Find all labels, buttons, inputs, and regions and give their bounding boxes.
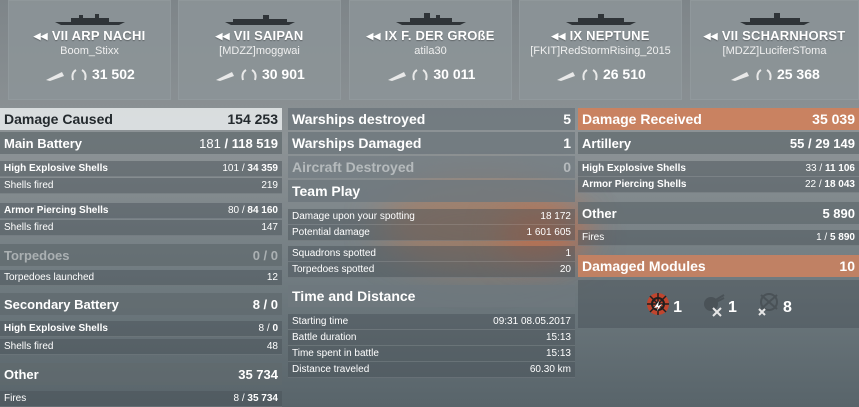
steering-wheel-icon [647, 293, 670, 315]
torpedoes-row: Torpedoes 0 / 0 [0, 244, 282, 266]
received-other-row: Other 5 890 [578, 202, 859, 224]
xp-value: 31 502 [91, 66, 135, 82]
player-name: atila30 [414, 45, 447, 57]
xp-value: 30 011 [433, 66, 476, 82]
player-card[interactable]: ◀◀ VII SCHARNHORST [MDZZ]LuciferSToma 25 … [690, 0, 859, 100]
steering-gear-module: 1 [645, 291, 682, 317]
aa-gun-icon [758, 293, 778, 316]
main-battery-row: Main Battery 181 / 118 519 [0, 132, 282, 154]
top-players-strip: ◀◀ VII ARP NACHI Boom_Stixx 31 502 ◀◀ VII … [0, 0, 859, 100]
battle-duration-row: Battle duration 15:13 [288, 330, 575, 346]
player-name: Boom_Stixx [60, 45, 119, 57]
tier-icon: ◀◀ [551, 31, 566, 41]
ship-name: VII ARP NACHI [51, 28, 146, 43]
main-ap-fired-row: Shells fired 147 [0, 220, 282, 236]
xp-value: 30 901 [261, 66, 305, 82]
feather-icon [46, 72, 65, 81]
main-ap-row: Armor Piercing Shells 80 / 84 160 [0, 203, 282, 219]
tier-icon: ◀◀ [215, 31, 230, 41]
torpedoes-launched-row: Torpedoes launched 12 [0, 270, 282, 286]
ship-name: IX NEPTUNE [569, 28, 650, 43]
wreath-icon [71, 69, 87, 81]
damage-caused-panel: Damage Caused 154 253 Main Battery 181 / 1… [0, 108, 282, 407]
aa-module: 8 [755, 291, 792, 317]
feather-icon [557, 72, 576, 81]
player-name: [MDZZ]moggwai [219, 45, 300, 57]
secondary-he-row: High Explosive Shells 8 / 0 [0, 321, 282, 337]
main-he-fired-row: Shells fired 219 [0, 178, 282, 194]
ship-name: IX F. DER GROßE [384, 28, 495, 43]
secondary-fired-row: Shells fired 48 [0, 339, 282, 355]
wreath-icon [412, 69, 429, 81]
received-fires-row: Fires 1 / 5 890 [578, 230, 859, 246]
squadrons-spotted-row: Squadrons spotted 1 [288, 246, 575, 262]
torpedoes-spotted-row: Torpedoes spotted 20 [288, 262, 575, 278]
player-card[interactable]: ◀◀ IX F. DER GROßE atila30 30 011 [349, 0, 512, 100]
main-he-row: High Explosive Shells 101 / 34 359 [0, 161, 282, 177]
fires-row: Fires 8 / 35 734 [0, 391, 282, 407]
damage-caused-header: Damage Caused 154 253 [0, 108, 282, 130]
tier-icon: ◀◀ [33, 31, 48, 41]
other-row: Other 35 734 [0, 363, 282, 385]
feather-icon [216, 72, 235, 81]
potential-damage-row: Potential damage 1 601 605 [288, 225, 575, 241]
ship-silhouette-icon [54, 14, 125, 25]
tier-icon: ◀◀ [703, 31, 718, 41]
player-card[interactable]: ◀◀ IX NEPTUNE [FKIT]RedStormRising_2015 2… [519, 0, 682, 100]
ship-name: VII SAIPAN [233, 28, 304, 43]
player-card[interactable]: ◀◀ VII SAIPAN [MDZZ]moggwai 30 901 [178, 0, 341, 100]
player-name: [MDZZ]LuciferSToma [722, 45, 827, 57]
feather-icon [731, 72, 750, 81]
distance-row: Distance traveled 60.30 km [288, 362, 575, 378]
feather-icon [387, 72, 406, 81]
module-icons-row: 1 1 8 [578, 280, 859, 328]
damaged-modules-header: Damaged Modules 10 [578, 255, 859, 277]
player-card[interactable]: ◀◀ VII ARP NACHI Boom_Stixx 31 502 [8, 0, 171, 100]
tier-icon: ◀◀ [366, 31, 381, 41]
wreath-icon [756, 69, 772, 81]
main-guns-module: 1 [700, 291, 737, 317]
spotting-damage-row: Damage upon your spotting 18 172 [288, 209, 575, 225]
starting-time-row: Starting time 09:31 08.05.2017 [288, 314, 575, 330]
xp-value: 26 510 [602, 66, 646, 82]
time-distance-header: Time and Distance [288, 285, 575, 307]
artillery-row: Artillery 55 / 29 149 [578, 132, 859, 154]
damage-received-panel: Damage Received 35 039 Artillery 55 / 29 1… [578, 108, 859, 328]
wreath-icon [582, 69, 598, 81]
ship-silhouette-icon [739, 13, 810, 25]
summary-panel: Warships destroyed 5 Warships Damaged 1 Ai… [288, 108, 575, 382]
ship-silhouette-icon [565, 14, 636, 25]
ship-name: VII SCHARNHORST [721, 28, 846, 43]
received-he-row: High Explosive Shells 33 / 11 106 [578, 161, 859, 177]
time-spent-row: Time spent in battle 15:13 [288, 346, 575, 362]
warships-destroyed-row: Warships destroyed 5 [288, 108, 575, 130]
damage-received-header: Damage Received 35 039 [578, 108, 859, 130]
player-name: [FKIT]RedStormRising_2015 [530, 45, 671, 57]
aircraft-destroyed-row: Aircraft Destroyed 0 [288, 156, 575, 178]
received-ap-row: Armor Piercing Shells 22 / 18 043 [578, 177, 859, 193]
ship-silhouette-icon [224, 15, 295, 25]
xp-value: 25 368 [776, 66, 820, 82]
warships-damaged-row: Warships Damaged 1 [288, 132, 575, 154]
ship-silhouette-icon [395, 13, 466, 25]
secondary-battery-row: Secondary Battery 8 / 0 [0, 293, 282, 315]
team-play-header: Team Play [288, 180, 575, 202]
wreath-icon [241, 69, 257, 81]
gun-turret-icon [704, 294, 725, 317]
